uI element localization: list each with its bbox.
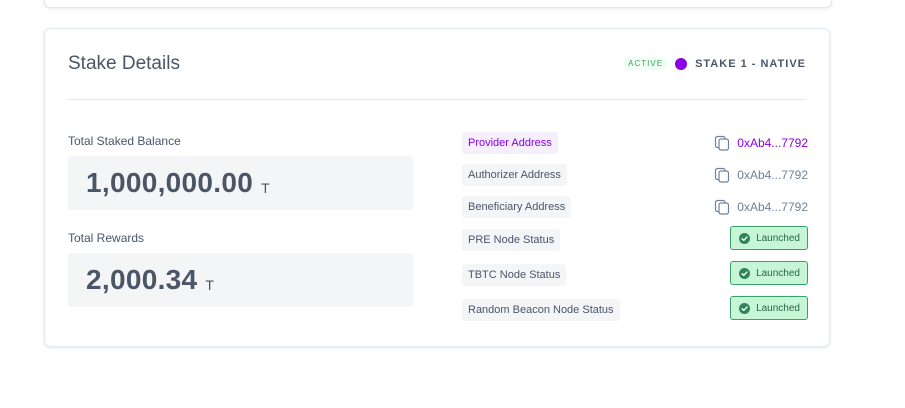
status-badge: ACTIVE bbox=[624, 57, 668, 70]
rewards-value: 2,000.34 bbox=[86, 264, 198, 295]
check-circle-icon bbox=[739, 267, 751, 279]
launched-label: Launched bbox=[756, 302, 800, 314]
provider-address[interactable]: 0xAb4...7792 bbox=[714, 132, 808, 154]
stake-details-card: Stake Details ACTIVE STAKE 1 - NATIVE To… bbox=[44, 28, 830, 347]
rewards-box: 2,000.34 T bbox=[68, 253, 413, 307]
tbtc-node-status-label: TBTC Node Status bbox=[462, 264, 567, 286]
launched-badge: Launched bbox=[730, 226, 808, 250]
beneficiary-address[interactable]: 0xAb4...7792 bbox=[714, 196, 808, 218]
authorizer-address-value[interactable]: 0xAb4...7792 bbox=[737, 168, 808, 182]
authorizer-address[interactable]: 0xAb4...7792 bbox=[714, 164, 808, 186]
launched-badge: Launched bbox=[730, 296, 808, 320]
tbtc-node-status-row: TBTC Node Status Launched bbox=[462, 261, 808, 286]
random-beacon-node-status-label: Random Beacon Node Status bbox=[462, 299, 620, 321]
authorizer-address-label: Authorizer Address bbox=[462, 164, 567, 186]
copy-icon[interactable] bbox=[714, 167, 730, 183]
divider bbox=[68, 99, 806, 100]
beneficiary-address-value[interactable]: 0xAb4...7792 bbox=[737, 200, 808, 214]
staked-balance-box: 1,000,000.00 T bbox=[68, 156, 413, 210]
stake-dot-icon bbox=[675, 57, 688, 70]
launched-label: Launched bbox=[756, 267, 800, 279]
random-beacon-node-status-row: Random Beacon Node Status Launched bbox=[462, 296, 808, 321]
stake-name: STAKE 1 - NATIVE bbox=[695, 57, 806, 70]
launched-badge: Launched bbox=[730, 261, 808, 285]
staked-balance-unit: T bbox=[261, 180, 270, 196]
copy-icon[interactable] bbox=[714, 135, 730, 151]
rewards-label: Total Rewards bbox=[68, 231, 145, 245]
staked-balance-value: 1,000,000.00 bbox=[86, 167, 254, 198]
rewards-unit: T bbox=[205, 277, 214, 293]
provider-address-row: Provider Address 0xAb4...7792 bbox=[462, 132, 808, 154]
check-circle-icon bbox=[739, 232, 751, 244]
copy-icon[interactable] bbox=[714, 199, 730, 215]
authorizer-address-row: Authorizer Address 0xAb4...7792 bbox=[462, 164, 808, 186]
stake-header: ACTIVE STAKE 1 - NATIVE bbox=[624, 57, 806, 70]
check-circle-icon bbox=[739, 302, 751, 314]
pre-node-status-label: PRE Node Status bbox=[462, 229, 561, 251]
pre-node-status-row: PRE Node Status Launched bbox=[462, 226, 808, 251]
beneficiary-address-row: Beneficiary Address 0xAb4...7792 bbox=[462, 196, 808, 218]
provider-address-value[interactable]: 0xAb4...7792 bbox=[737, 136, 808, 150]
beneficiary-address-label: Beneficiary Address bbox=[462, 196, 572, 218]
previous-card bbox=[44, 0, 832, 8]
provider-address-label: Provider Address bbox=[462, 132, 558, 154]
card-title: Stake Details bbox=[68, 53, 180, 74]
launched-label: Launched bbox=[756, 232, 800, 244]
staked-balance-label: Total Staked Balance bbox=[68, 134, 181, 148]
